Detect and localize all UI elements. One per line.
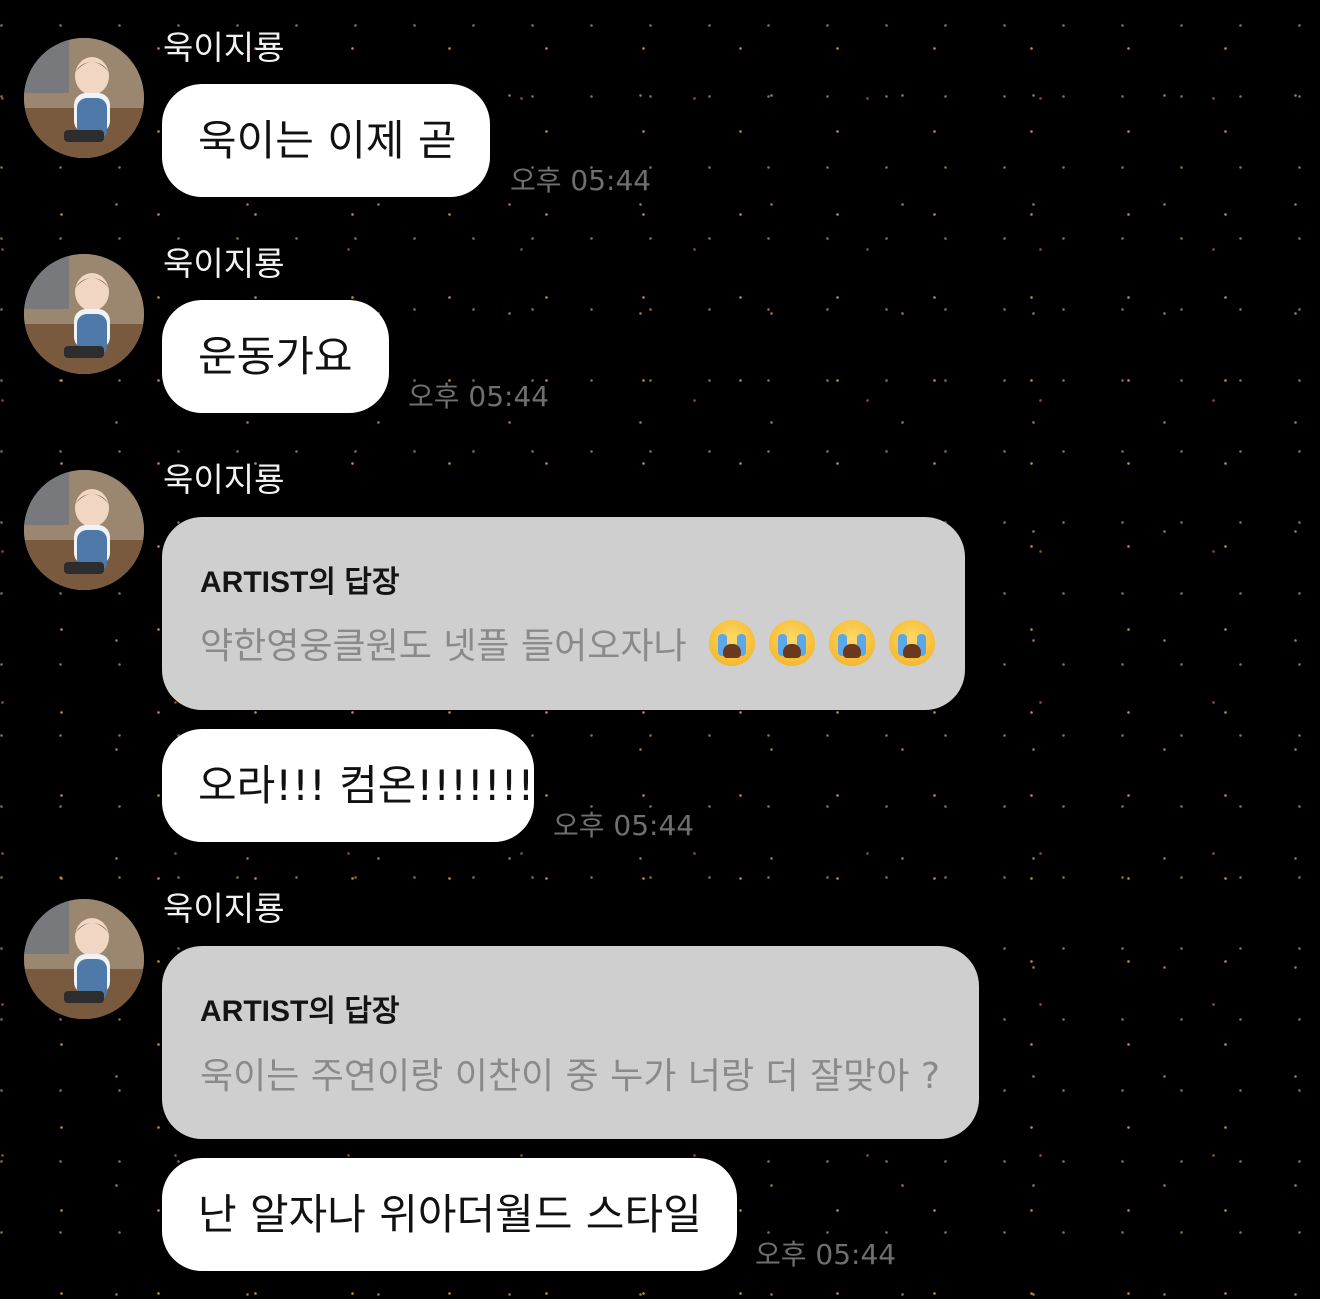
- quoted-reply-card[interactable]: ARTIST의 답장 약한영웅클원도 넷플 들어오자나: [162, 517, 965, 710]
- avatar-photo-icon: [24, 38, 144, 158]
- message-bubble[interactable]: 운동가요: [162, 300, 389, 413]
- reply-text: 욱이는 주연이랑 이찬이 중 누가 너랑 더 잘맞아 ?: [200, 1056, 940, 1097]
- reply-text-row: 약한영웅클원도 넷플 들어오자나: [200, 617, 935, 669]
- message-bubble[interactable]: 오라!!! 컴온!!!!!!!: [162, 729, 534, 842]
- avatar[interactable]: [24, 470, 144, 590]
- message-timestamp: 오후 05:44: [755, 1238, 897, 1271]
- sender-name: 욱이지룡: [163, 460, 285, 499]
- avatar-photo-icon: [24, 899, 144, 1019]
- crying-face-icon: [708, 620, 755, 666]
- message-text: 난 알자나 위아더월드 스타일: [198, 1189, 702, 1239]
- avatar[interactable]: [24, 254, 144, 374]
- message-bubble[interactable]: 난 알자나 위아더월드 스타일: [162, 1158, 737, 1271]
- avatar[interactable]: [24, 38, 144, 158]
- message-text: 오라!!! 컴온!!!!!!!: [198, 760, 535, 810]
- message-bubble[interactable]: 욱이는 이제 곧: [162, 84, 490, 197]
- message-timestamp: 오후 05:44: [408, 380, 550, 413]
- reply-title: ARTIST의 답장: [200, 566, 400, 599]
- sender-name: 욱이지룡: [163, 889, 285, 928]
- sender-name: 욱이지룡: [163, 28, 285, 67]
- avatar-photo-icon: [24, 470, 144, 590]
- message-timestamp: 오후 05:44: [510, 164, 652, 197]
- emoji-row: [708, 620, 935, 666]
- sender-name: 욱이지룡: [163, 244, 285, 283]
- reply-text: 약한영웅클원도 넷플 들어오자나: [200, 626, 687, 667]
- chat-view: 욱이지룡 욱이는 이제 곧 오후 05:44 욱이지룡 운동가요 오후 05:4…: [0, 0, 1320, 1299]
- crying-face-icon: [888, 620, 935, 666]
- avatar-photo-icon: [24, 254, 144, 374]
- avatar[interactable]: [24, 899, 144, 1019]
- crying-face-icon: [828, 620, 875, 666]
- message-text: 운동가요: [198, 331, 353, 381]
- message-text: 욱이는 이제 곧: [198, 115, 457, 165]
- reply-text-row: 욱이는 주연이랑 이찬이 중 누가 너랑 더 잘맞아 ?: [200, 1048, 940, 1098]
- crying-face-icon: [768, 620, 815, 666]
- reply-title: ARTIST의 답장: [200, 995, 400, 1028]
- message-timestamp: 오후 05:44: [553, 809, 695, 842]
- quoted-reply-card[interactable]: ARTIST의 답장 욱이는 주연이랑 이찬이 중 누가 너랑 더 잘맞아 ?: [162, 946, 979, 1139]
